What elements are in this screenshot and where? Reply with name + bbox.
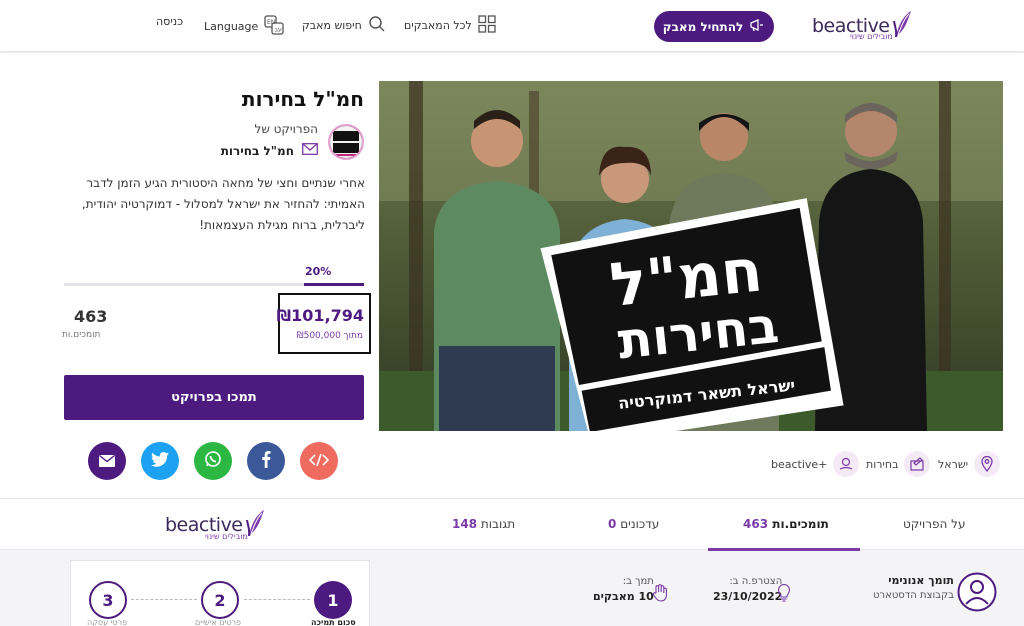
active-tab-indicator xyxy=(708,548,860,551)
supported-value: 10 מאבקים xyxy=(593,590,654,603)
user-avatar-icon xyxy=(957,572,997,616)
tab-supporters[interactable]: 463 תומכים.ות xyxy=(743,517,829,531)
svg-text:עב: עב xyxy=(275,27,282,34)
tag-program-label: beactive+ xyxy=(771,457,828,471)
feather-icon xyxy=(892,9,914,43)
lightbulb-icon xyxy=(777,584,791,606)
tabs-brand-logo: beactive מובילים שינוי xyxy=(165,505,267,545)
tag-category[interactable]: בחירות xyxy=(866,451,931,477)
hand-icon xyxy=(652,584,668,606)
top-navigation-bar: כניסה Language EN עב חיפוש מאבק לכל המאבק… xyxy=(0,0,1024,52)
supporter-group: בקבוצת הדסטארט xyxy=(873,590,954,601)
ballot-icon xyxy=(904,451,931,477)
support-steps-card: 1 2 3 סכום תמיכה פרטים אישיים פרטי עסקה xyxy=(70,560,370,626)
supported-label: תמך ב: xyxy=(622,576,654,587)
supporters-label: תומכים.ות xyxy=(62,330,101,340)
svg-text:EN: EN xyxy=(267,19,275,26)
owner-name: חמ"ל בחירות xyxy=(220,143,294,158)
project-owner[interactable]: חמ"ל בחירות xyxy=(221,143,318,158)
tab-updates-label: עדכונים xyxy=(620,517,660,531)
location-pin-icon xyxy=(974,451,1001,477)
mail-icon[interactable] xyxy=(302,143,318,158)
step-3-label: פרטי עסקה xyxy=(87,618,128,626)
project-tabs: beactive מובילים שינוי 148 תגובות 0 עדכו… xyxy=(0,498,1024,551)
joined-label: הצטרפ.ה ב: xyxy=(729,576,783,587)
brand-logo[interactable]: beactive מובילים שינוי xyxy=(812,8,914,44)
search-campaign-link[interactable]: חיפוש מאבק xyxy=(302,15,386,36)
progress-percent: 20% xyxy=(305,265,332,278)
tab-supporters-label: תומכים.ות xyxy=(772,517,829,531)
heart-hand-icon xyxy=(833,451,860,477)
support-project-button[interactable]: תמכו בפרויקט xyxy=(64,375,364,420)
tag-category-label: בחירות xyxy=(866,457,899,471)
tab-supporters-count: 463 xyxy=(743,517,769,531)
login-label: כניסה xyxy=(156,15,184,28)
step-3[interactable]: 3 xyxy=(89,581,127,619)
code-icon xyxy=(308,452,330,471)
grid-icon xyxy=(478,15,496,36)
project-hero-image: חמ"ל בחירות ישראל תשאר דמוקרטיה xyxy=(379,81,1003,431)
project-title: חמ"ל בחירות xyxy=(241,87,364,111)
step-connector xyxy=(244,599,310,600)
whatsapp-icon xyxy=(204,450,222,472)
all-campaigns-label: לכל המאבקים xyxy=(404,19,472,32)
tag-program[interactable]: beactive+ xyxy=(771,451,860,477)
tag-location[interactable]: ישראל xyxy=(938,451,1001,477)
share-twitter-button[interactable] xyxy=(141,442,179,480)
tab-about-label: על הפרויקט xyxy=(903,517,966,531)
project-description: אחרי שנתיים וחצי של מחאה היסטורית הגיע ה… xyxy=(81,176,365,232)
step-connector xyxy=(131,599,197,600)
joined-date: 23/10/2022 xyxy=(713,590,783,603)
step-1[interactable]: 1 xyxy=(314,581,352,619)
supporters-count: 463 xyxy=(74,307,108,326)
tab-updates-count: 0 xyxy=(608,517,617,531)
raised-amount: ₪101,794 xyxy=(276,306,364,325)
tab-about[interactable]: על הפרויקט xyxy=(903,517,966,531)
step-2-label: פרטים אישיים xyxy=(195,618,242,626)
share-embed-button[interactable] xyxy=(300,442,338,480)
language-switcher[interactable]: Language EN עב xyxy=(204,15,284,38)
search-campaign-label: חיפוש מאבק xyxy=(302,19,362,32)
email-icon xyxy=(99,452,115,471)
all-campaigns-link[interactable]: לכל המאבקים xyxy=(404,15,496,36)
owner-avatar[interactable] xyxy=(328,124,364,160)
twitter-icon xyxy=(151,451,169,471)
tab-comments[interactable]: 148 תגובות xyxy=(452,517,515,531)
tag-location-label: ישראל xyxy=(938,457,969,471)
megaphone-icon xyxy=(749,17,765,36)
joined-info: הצטרפ.ה ב: 23/10/2022 xyxy=(713,576,782,603)
login-link[interactable]: כניסה xyxy=(156,15,183,28)
share-whatsapp-button[interactable] xyxy=(194,442,232,480)
tabs-brand-tagline: מובילים שינוי xyxy=(205,532,248,541)
step-1-label: סכום תמיכה xyxy=(311,618,356,626)
tab-comments-label: תגובות xyxy=(480,517,516,531)
progress-bar-fill xyxy=(304,283,364,286)
progress-bar xyxy=(64,283,364,286)
tab-comments-count: 148 xyxy=(452,517,478,531)
supported-info: תמך ב: 10 מאבקים xyxy=(593,576,654,603)
step-2[interactable]: 2 xyxy=(201,581,239,619)
search-icon xyxy=(368,15,386,36)
brand-tagline: מובילים שינוי xyxy=(850,32,893,41)
start-campaign-button[interactable]: להתחיל מאבק xyxy=(654,11,774,42)
supporter-name: תומך אנונימי xyxy=(888,574,954,587)
facebook-icon xyxy=(261,450,271,472)
raised-amount-box: ₪101,794 מתוך ₪500,000 xyxy=(276,293,371,354)
start-campaign-label: להתחיל מאבק xyxy=(662,19,744,34)
share-email-button[interactable] xyxy=(88,442,126,480)
supporter-identity: תומך אנונימי בקבוצת הדסטארט xyxy=(873,574,954,601)
tab-updates[interactable]: 0 עדכונים xyxy=(608,517,659,531)
share-facebook-button[interactable] xyxy=(247,442,285,480)
language-label: Language xyxy=(204,20,259,33)
project-of-label: הפרויקט של xyxy=(254,122,319,136)
goal-amount: מתוך ₪500,000 xyxy=(296,331,363,341)
language-icon: EN עב xyxy=(264,15,284,38)
project-card: חמ"ל בחירות הפרויקט של חמ"ל בחירות אחרי … xyxy=(0,53,1024,498)
